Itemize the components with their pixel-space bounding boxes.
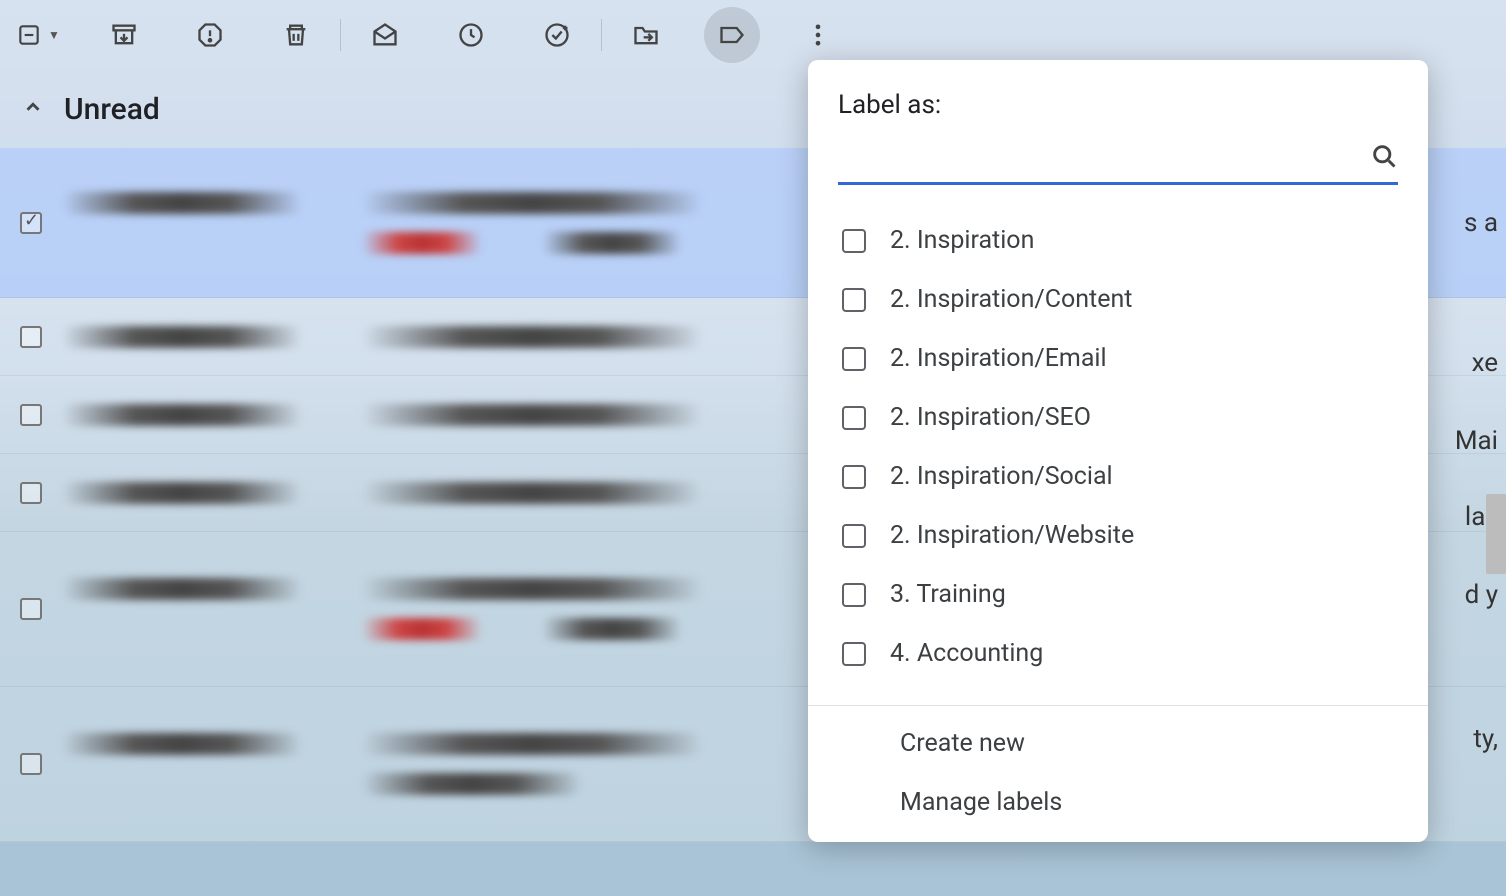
- label-button[interactable]: [704, 7, 760, 63]
- chevron-up-icon: [22, 96, 44, 122]
- label-item[interactable]: 2. Inspiration/Email: [808, 329, 1428, 388]
- row-checkbox[interactable]: [20, 404, 42, 426]
- label-item[interactable]: 3. Training: [808, 565, 1428, 624]
- search-icon[interactable]: [1370, 142, 1398, 170]
- label-item-text: 2. Inspiration/SEO: [890, 403, 1091, 432]
- text-fragment: ty,: [1473, 724, 1498, 754]
- row-checkbox[interactable]: [20, 598, 42, 620]
- label-item-text: 3. Training: [890, 580, 1006, 609]
- label-item-text: 4. Accounting: [890, 639, 1043, 668]
- folder-move-icon: [632, 21, 660, 49]
- label-item-text: 2. Inspiration/Social: [890, 462, 1113, 491]
- manage-labels[interactable]: Manage labels: [808, 773, 1428, 832]
- toolbar-separator: [601, 19, 602, 51]
- snooze-button[interactable]: [443, 7, 499, 63]
- label-search-input[interactable]: [838, 136, 1370, 176]
- checkbox-outline-icon: [16, 22, 42, 48]
- label-item[interactable]: 2. Inspiration/Website: [808, 506, 1428, 565]
- label-item-text: 2. Inspiration/Content: [890, 285, 1132, 314]
- checkbox-icon[interactable]: [842, 465, 866, 489]
- label-icon: [718, 21, 746, 49]
- create-new-label[interactable]: Create new: [808, 714, 1428, 773]
- caret-down-icon: ▼: [48, 28, 60, 42]
- section-title: Unread: [64, 92, 160, 127]
- checkbox-icon[interactable]: [842, 642, 866, 666]
- add-task-button[interactable]: [529, 7, 585, 63]
- row-checkbox[interactable]: [20, 326, 42, 348]
- label-search: [838, 136, 1398, 185]
- select-checkbox[interactable]: ▼: [10, 7, 66, 63]
- label-item-text: 2. Inspiration: [890, 226, 1034, 255]
- label-item-text: 2. Inspiration/Email: [890, 344, 1107, 373]
- move-to-button[interactable]: [618, 7, 674, 63]
- row-checkbox[interactable]: [20, 482, 42, 504]
- row-checkbox[interactable]: [20, 753, 42, 775]
- label-item-text: 2. Inspiration/Website: [890, 521, 1134, 550]
- clock-icon: [457, 21, 485, 49]
- text-fragment: d y: [1465, 580, 1498, 610]
- mark-read-button[interactable]: [357, 7, 413, 63]
- label-item[interactable]: 4. Accounting: [808, 624, 1428, 683]
- scrollbar[interactable]: [1486, 494, 1506, 574]
- row-checkbox[interactable]: [20, 212, 42, 234]
- label-item[interactable]: 2. Inspiration: [808, 211, 1428, 270]
- label-item[interactable]: 2. Inspiration/Content: [808, 270, 1428, 329]
- trash-icon: [282, 21, 310, 49]
- archive-icon: [110, 21, 138, 49]
- mail-open-icon: [371, 21, 399, 49]
- checkbox-icon[interactable]: [842, 406, 866, 430]
- checkbox-icon[interactable]: [842, 288, 866, 312]
- report-spam-button[interactable]: [182, 7, 238, 63]
- more-button[interactable]: [790, 7, 846, 63]
- label-items-list: 2. Inspiration 2. Inspiration/Content 2.…: [808, 205, 1428, 689]
- checkbox-icon[interactable]: [842, 347, 866, 371]
- label-item[interactable]: 2. Inspiration/Social: [808, 447, 1428, 506]
- task-icon: [543, 21, 571, 49]
- checkbox-icon[interactable]: [842, 524, 866, 548]
- label-popup: Label as: 2. Inspiration 2. Inspiration/…: [808, 60, 1428, 842]
- archive-button[interactable]: [96, 7, 152, 63]
- toolbar-separator: [340, 19, 341, 51]
- more-vert-icon: [804, 21, 832, 49]
- delete-button[interactable]: [268, 7, 324, 63]
- popup-separator: [808, 705, 1428, 706]
- checkbox-icon[interactable]: [842, 583, 866, 607]
- text-fragment: Mai: [1455, 426, 1498, 456]
- text-fragment: s a: [1464, 208, 1498, 238]
- spam-icon: [196, 21, 224, 49]
- text-fragment: xe: [1472, 348, 1498, 378]
- checkbox-icon[interactable]: [842, 229, 866, 253]
- label-popup-title: Label as:: [808, 84, 1428, 130]
- label-item[interactable]: 2. Inspiration/SEO: [808, 388, 1428, 447]
